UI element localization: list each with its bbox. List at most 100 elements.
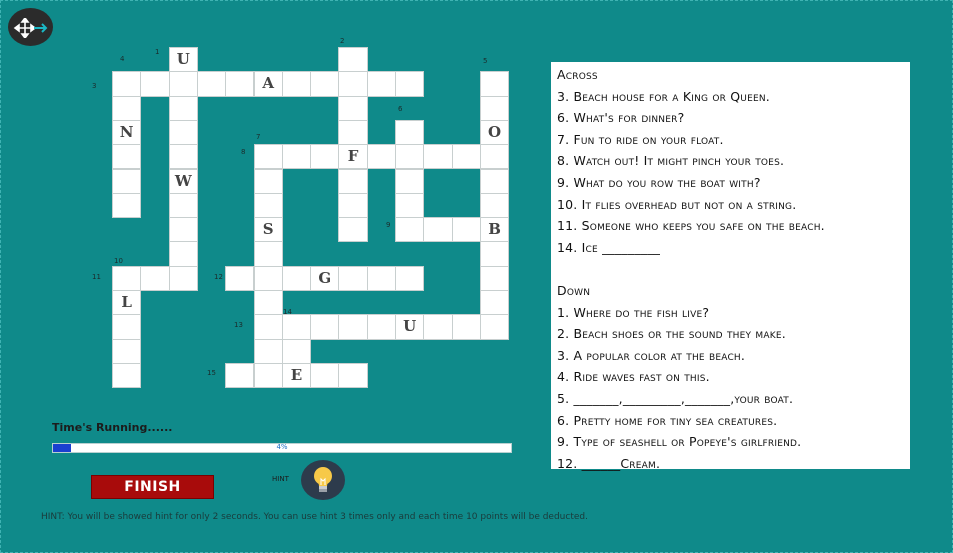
crossword-cell[interactable] [310,144,340,170]
crossword-cell[interactable] [423,217,453,243]
crossword-cell[interactable] [366,71,396,97]
crossword-cell[interactable] [338,217,368,243]
crossword-cell[interactable] [338,71,368,97]
crossword-cell[interactable] [112,362,142,389]
crossword-cell[interactable] [395,168,425,194]
crossword-cell[interactable] [479,144,510,170]
crossword-cell[interactable] [168,144,198,170]
finish-button[interactable]: FINISH [91,475,214,499]
crossword-cell[interactable] [253,144,283,170]
crossword-cell[interactable] [253,338,283,364]
crossword-cell[interactable] [196,71,227,97]
crossword-cell[interactable] [140,71,170,97]
crossword-cell[interactable] [338,119,368,146]
crossword-cell[interactable] [479,290,510,316]
crossword-cell[interactable]: B [479,217,510,243]
crossword-cell[interactable]: L [112,290,142,316]
crossword-cell[interactable] [168,192,198,219]
crossword-cell[interactable] [281,338,312,364]
crossword-cell[interactable] [225,71,255,97]
crossword-cell[interactable] [112,265,142,291]
timer-progress-text: 4% [276,443,288,451]
crossword-cell[interactable] [338,314,368,340]
crossword-cell[interactable] [423,144,453,170]
crossword-cell[interactable] [112,314,142,340]
clue-number: 12 [214,273,223,281]
crossword-cell[interactable] [168,71,198,97]
hint-button[interactable] [301,460,345,500]
down-clue: 9. Type of seashell or Popeye's girlfrie… [557,434,802,450]
crossword-cell[interactable] [451,217,481,243]
crossword-cell[interactable] [451,144,481,170]
crossword-cell[interactable] [479,192,510,219]
crossword-cell[interactable] [479,314,510,340]
crossword-cell[interactable] [253,290,283,316]
crossword-cell[interactable] [112,71,142,97]
crossword-cell[interactable] [310,314,340,340]
crossword-cell[interactable] [253,241,283,267]
crossword-cell[interactable]: S [253,217,283,243]
crossword-cell[interactable] [168,217,198,243]
crossword-cell[interactable] [225,265,255,291]
crossword-cell[interactable]: F [338,144,368,170]
clue-number: 8 [241,148,246,156]
crossword-cell[interactable] [112,168,142,194]
crossword-cell[interactable] [281,314,312,340]
crossword-cell[interactable] [253,362,283,389]
crossword-cell[interactable] [366,265,396,291]
crossword-cell[interactable] [366,144,396,170]
crossword-cell[interactable] [423,314,453,340]
crossword-cell[interactable] [253,192,283,219]
crossword-cell[interactable]: E [281,362,312,389]
crossword-cell[interactable]: O [479,119,510,146]
crossword-cell[interactable] [395,71,425,97]
crossword-cell[interactable] [395,217,425,243]
crossword-cell[interactable] [112,192,142,219]
crossword-cell[interactable] [253,314,283,340]
crossword-cell[interactable] [338,265,368,291]
crossword-cell[interactable] [366,314,396,340]
clue-number: 3 [92,82,97,90]
crossword-cell[interactable]: G [310,265,340,291]
crossword-cell[interactable] [281,71,312,97]
crossword-cell[interactable]: A [253,71,283,97]
crossword-cell[interactable] [281,265,312,291]
clue-number: 6 [398,105,403,113]
crossword-cell[interactable] [168,241,198,267]
crossword-cell[interactable] [338,47,368,73]
crossword-cell[interactable] [253,168,283,194]
crossword-cell[interactable] [479,265,510,291]
crossword-cell[interactable] [338,362,368,389]
crossword-cell[interactable] [451,314,481,340]
lightbulb-icon [314,467,332,492]
crossword-cell[interactable] [225,362,255,389]
crossword-cell[interactable] [395,265,425,291]
crossword-cell[interactable] [479,71,510,97]
crossword-cell[interactable] [395,119,425,146]
crossword-cell[interactable]: U [395,314,425,340]
crossword-cell[interactable] [395,144,425,170]
crossword-cell[interactable]: N [112,119,142,146]
crossword-cell[interactable] [338,168,368,194]
crossword-cell[interactable] [479,95,510,121]
crossword-cell[interactable] [479,168,510,194]
crossword-cell[interactable] [281,144,312,170]
crossword-cell[interactable] [253,265,283,291]
across-clue: 7. Fun to ride on your float. [557,131,724,147]
crossword-cell[interactable]: U [168,47,198,73]
crossword-cell[interactable] [395,192,425,219]
clue-panel: Across 3. Beach house for a King or Quee… [551,62,910,471]
crossword-cell[interactable] [310,362,340,389]
crossword-cell[interactable] [112,144,142,170]
crossword-cell[interactable] [140,265,170,291]
crossword-cell[interactable]: W [168,168,198,194]
crossword-cell[interactable] [168,95,198,121]
crossword-cell[interactable] [112,95,142,121]
crossword-cell[interactable] [338,192,368,219]
crossword-cell[interactable] [168,119,198,146]
crossword-cell[interactable] [479,241,510,267]
crossword-cell[interactable] [338,95,368,121]
crossword-cell[interactable] [310,71,340,97]
crossword-cell[interactable] [168,265,198,291]
crossword-cell[interactable] [112,338,142,364]
